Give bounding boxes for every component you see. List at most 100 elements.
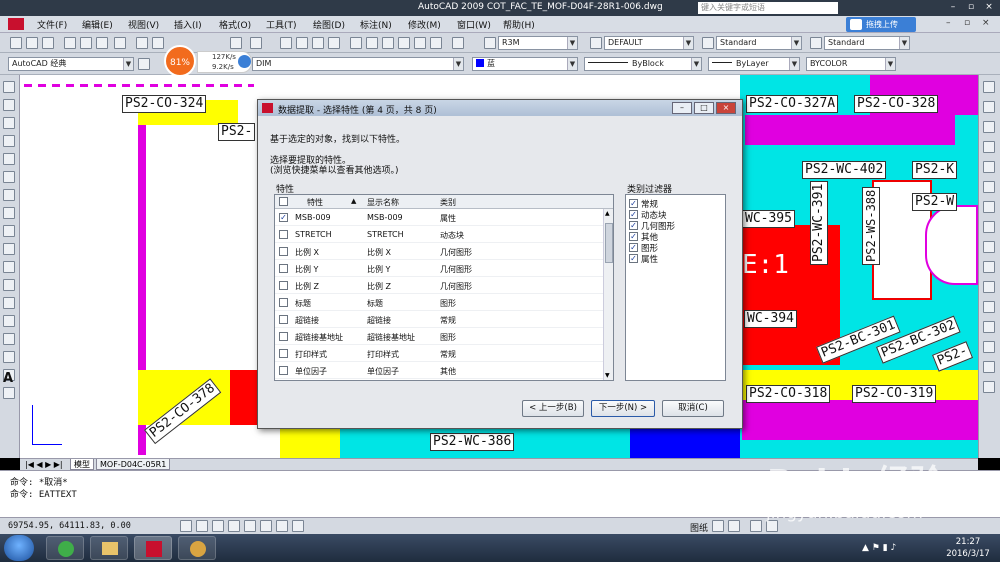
ducs-icon[interactable] [276, 520, 288, 532]
offset-icon[interactable] [983, 141, 995, 153]
sheet-set-icon[interactable] [398, 37, 410, 49]
col-header-property[interactable]: 特性 [307, 197, 323, 208]
workspace-combo[interactable]: AutoCAD 经典 ▼ [8, 57, 134, 71]
property-checkbox[interactable] [279, 332, 288, 341]
property-checkbox[interactable] [279, 264, 288, 273]
join-icon[interactable] [983, 321, 995, 333]
table-style-icon[interactable] [702, 37, 714, 49]
minimize-icon[interactable]: – [946, 2, 960, 14]
zoom-realtime-icon[interactable] [296, 37, 308, 49]
close-icon[interactable]: × [982, 2, 996, 14]
taskbar-app-paint[interactable] [178, 536, 216, 560]
tab-nav-arrows-icon[interactable]: |◀ ◀ ▶ ▶| [22, 459, 66, 470]
menu-modify[interactable]: 修改(M) [408, 18, 441, 31]
explode-icon[interactable] [983, 381, 995, 393]
dialog-title-bar[interactable]: 数据提取 - 选择特性 (第 4 页，共 8 页) – □ × [258, 100, 742, 116]
trim-icon[interactable] [983, 261, 995, 273]
dim-style-combo[interactable]: DEFAULT ▼ [604, 36, 694, 50]
copy-object-icon[interactable] [983, 101, 995, 113]
property-row[interactable]: 超链接基地址 超链接基地址 图形 [275, 328, 603, 345]
menu-format[interactable]: 格式(O) [219, 18, 251, 31]
polyline-icon[interactable] [3, 117, 15, 129]
property-checkbox[interactable] [279, 298, 288, 307]
property-row[interactable]: 超链接 超链接 常规 [275, 311, 603, 328]
open-icon[interactable] [26, 37, 38, 49]
polar-icon[interactable] [228, 520, 240, 532]
dim-style-icon[interactable] [590, 37, 602, 49]
property-row[interactable]: 打印样式 打印样式 常规 [275, 345, 603, 362]
ellipse-icon[interactable] [3, 243, 15, 255]
doc-restore-icon[interactable]: ▫ [964, 18, 970, 28]
design-center-icon[interactable] [366, 37, 378, 49]
property-row[interactable]: 比例 Z 比例 Z 几何图形 [275, 277, 603, 294]
multileader-style-icon[interactable] [810, 37, 822, 49]
quickcalc-icon[interactable] [430, 37, 442, 49]
3d-dwf-icon[interactable] [114, 37, 126, 49]
circle-icon[interactable] [3, 189, 15, 201]
copy-icon[interactable] [152, 37, 164, 49]
multileader-style-combo[interactable]: Standard ▼ [824, 36, 910, 50]
ellipse-arc-icon[interactable] [3, 261, 15, 273]
back-button[interactable]: < 上一步(B) [522, 400, 584, 417]
filter-checkbox[interactable]: ✓ [629, 210, 638, 219]
filter-checkbox[interactable]: ✓ [629, 254, 638, 263]
pan-status-icon[interactable] [750, 520, 762, 532]
taskbar-clock[interactable]: 21:27 2016/3/17 [940, 536, 996, 560]
point-icon[interactable] [3, 315, 15, 327]
scale-icon[interactable] [983, 221, 995, 233]
menu-edit[interactable]: 编辑(E) [82, 18, 113, 31]
drag-upload-button[interactable]: 拖拽上传 [846, 17, 916, 32]
save-icon[interactable] [42, 37, 54, 49]
mirror-icon[interactable] [983, 121, 995, 133]
markup-icon[interactable] [414, 37, 426, 49]
line-icon[interactable] [3, 81, 15, 93]
property-checkbox[interactable] [279, 281, 288, 290]
spline-icon[interactable] [3, 225, 15, 237]
make-block-icon[interactable] [3, 297, 15, 309]
property-row[interactable]: 比例 X 比例 X 几何图形 [275, 243, 603, 260]
menu-window[interactable]: 窗口(W) [457, 18, 491, 31]
quick-view-layouts-icon[interactable] [712, 520, 724, 532]
property-checkbox[interactable] [279, 366, 288, 375]
table-style-combo[interactable]: Standard ▼ [716, 36, 802, 50]
erase-icon[interactable] [983, 81, 995, 93]
break-icon[interactable] [983, 301, 995, 313]
cut-icon[interactable] [136, 37, 148, 49]
text-style-combo[interactable]: R3M ▼ [498, 36, 578, 50]
restore-icon[interactable]: ▫ [964, 2, 978, 14]
scroll-up-icon[interactable]: ▲ [605, 210, 610, 217]
scroll-thumb[interactable] [605, 223, 613, 263]
menu-dimension[interactable]: 标注(N) [360, 18, 392, 31]
rotate-icon[interactable] [983, 201, 995, 213]
print-preview-icon[interactable] [80, 37, 92, 49]
menu-view[interactable]: 视图(V) [128, 18, 159, 31]
ortho-icon[interactable] [212, 520, 224, 532]
property-checkbox[interactable] [279, 315, 288, 324]
dialog-maximize-icon[interactable]: □ [694, 102, 714, 114]
publish-icon[interactable] [96, 37, 108, 49]
osnap-icon[interactable] [244, 520, 256, 532]
menu-help[interactable]: 帮助(H) [503, 18, 535, 31]
workspace-settings-icon[interactable] [138, 58, 150, 70]
polygon-icon[interactable] [3, 135, 15, 147]
insert-block-icon[interactable] [3, 279, 15, 291]
property-checkbox[interactable] [279, 230, 288, 239]
revision-cloud-icon[interactable] [3, 207, 15, 219]
dyn-icon[interactable] [292, 520, 304, 532]
filter-checkbox[interactable]: ✓ [629, 232, 638, 241]
help-icon[interactable] [452, 37, 464, 49]
otrack-icon[interactable] [260, 520, 272, 532]
next-button[interactable]: 下一步(N) > [591, 400, 655, 417]
category-filter-list[interactable]: ✓ 常规 ✓ 动态块 ✓ 几何图形 ✓ 其他 ✓ 图形 ✓ 属性 [625, 194, 726, 381]
redo-icon[interactable] [250, 37, 262, 49]
dialog-close-icon[interactable]: × [716, 102, 736, 114]
snap-icon[interactable] [180, 520, 192, 532]
taskbar-app-autocad[interactable] [134, 536, 172, 560]
table-icon[interactable] [3, 387, 15, 399]
quick-view-drawings-icon[interactable] [728, 520, 740, 532]
select-all-checkbox[interactable] [279, 197, 288, 206]
linetype-combo[interactable]: ByBlock ▼ [584, 57, 702, 71]
print-icon[interactable] [64, 37, 76, 49]
menu-insert[interactable]: 插入(I) [174, 18, 202, 31]
zoom-window-icon[interactable] [312, 37, 324, 49]
